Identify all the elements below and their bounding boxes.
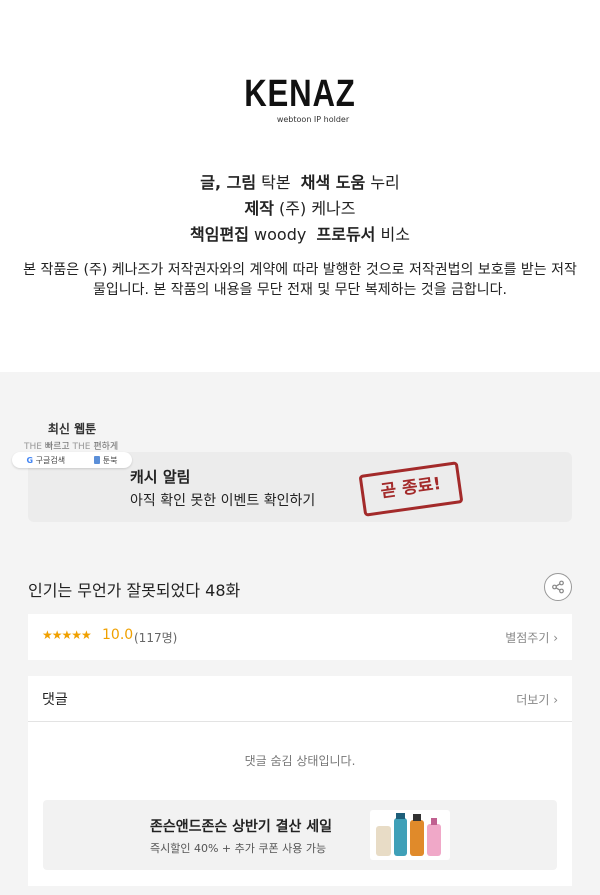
- cash-alert-title: 캐시 알림: [130, 468, 191, 486]
- credit-value: 탁본: [261, 173, 291, 192]
- credits-block: 글, 그림 탁본 채색 도움 누리 제작 (주) 케나즈 책임편집 woody …: [0, 170, 600, 248]
- rating-count: (117명): [134, 631, 178, 645]
- credit-label: 채색 도움: [300, 173, 366, 192]
- comments-section: 댓글 더보기 › 댓글 숨김 상태입니다. 존슨앤드존슨 상반기 결산 세일 즉…: [28, 676, 572, 886]
- slogan-word: 빠르고: [44, 442, 70, 452]
- copyright-notice: 본 작품은 (주) 케나즈가 저작권자와의 계약에 따라 발행한 것으로 저작권…: [23, 262, 577, 298]
- slogan-word: THE: [24, 442, 42, 452]
- credit-value: 비소: [380, 225, 410, 244]
- credit-value: (주) 케나즈: [279, 199, 356, 218]
- share-button[interactable]: [544, 573, 572, 601]
- credits-line-3: 책임편집 woody 프로듀서 비소: [0, 222, 600, 248]
- credits-line-1: 글, 그림 탁본 채색 도움 누리: [0, 170, 600, 196]
- google-search-button[interactable]: G 구글검색: [27, 455, 66, 466]
- credit-value: woody: [254, 225, 307, 244]
- rating-score: 10.0: [102, 627, 134, 643]
- ad-banner[interactable]: 존슨앤드존슨 상반기 결산 세일 즉시할인 40% + 추가 쿠폰 사용 가능: [43, 800, 557, 870]
- widget-buttons: G 구글검색 툰북: [12, 452, 132, 468]
- ad-subtitle: 즉시할인 40% + 추가 쿠폰 사용 가능: [150, 842, 327, 855]
- credit-label: 책임편집: [190, 225, 249, 244]
- slogan-word: THE: [72, 442, 91, 452]
- ad-title: 존슨앤드존슨 상반기 결산 세일: [150, 819, 333, 835]
- share-icon: [552, 580, 564, 594]
- rate-button[interactable]: 별점주기 ›: [505, 629, 558, 646]
- credits-line-2: 제작 (주) 케나즈: [0, 196, 600, 222]
- credit-label: 글, 그림: [200, 173, 257, 192]
- comments-header: 댓글 더보기 ›: [28, 676, 572, 722]
- ending-soon-stamp: 곧 종료!: [358, 461, 464, 517]
- google-search-label: 구글검색: [35, 455, 66, 465]
- comments-hidden-message: 댓글 숨김 상태입니다.: [244, 754, 356, 768]
- widget-slogan: THE 빠르고 THE 편하게: [24, 439, 132, 452]
- google-icon: G: [26, 455, 34, 465]
- kenaz-logo: KENAZ webtoon IP holder: [0, 74, 600, 124]
- credit-label: 제작: [244, 199, 274, 218]
- widget-title: 최신 웹툰: [47, 422, 97, 436]
- toonbook-button[interactable]: 툰북: [94, 455, 117, 466]
- comments-more-link[interactable]: 더보기 ›: [516, 691, 558, 708]
- credit-value: 누리: [370, 173, 400, 192]
- cash-alert-subtitle: 아직 확인 못한 이벤트 확인하기: [130, 493, 316, 509]
- logo-wordmark: KENAZ: [244, 73, 356, 115]
- latest-webtoon-widget[interactable]: 최신 웹툰 THE 빠르고 THE 편하게 G 구글검색 툰북: [12, 420, 132, 468]
- logo-subtitle: webtoon IP holder: [276, 115, 350, 124]
- slogan-word: 편하게: [93, 442, 119, 452]
- toonbook-icon: [94, 456, 101, 464]
- rating-bar: ★★★★★ 10.0 (117명) 별점주기 ›: [28, 614, 572, 660]
- ad-product-image: [370, 810, 450, 860]
- comments-title: 댓글: [42, 692, 68, 708]
- rating-stars: ★★★★★: [42, 628, 92, 642]
- toonbook-label: 툰북: [102, 455, 118, 465]
- credit-label: 프로듀서: [316, 225, 376, 244]
- product-bottles-icon: [376, 813, 441, 856]
- credits-page: KENAZ webtoon IP holder 글, 그림 탁본 채색 도움 누…: [0, 0, 600, 372]
- episode-title: 인기는 무언가 잘못되었다 48화: [28, 581, 241, 600]
